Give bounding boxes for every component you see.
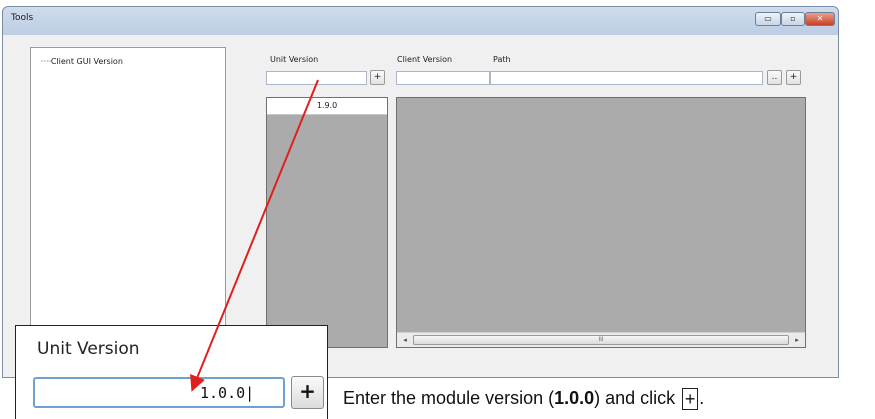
plus-icon: + xyxy=(682,388,699,411)
minimize-button[interactable]: ▭ xyxy=(755,12,781,26)
instruction-prefix: Enter the module version ( xyxy=(343,388,555,408)
tree-item-client-gui-version[interactable]: ·······Client GUI Version xyxy=(40,57,123,66)
zoom-unit-version-input[interactable]: 1.0.0| xyxy=(33,377,285,408)
unit-version-input[interactable] xyxy=(266,71,367,85)
tree-connector-icon: ······· xyxy=(40,57,52,66)
instruction-suffix: . xyxy=(699,388,705,408)
list-item[interactable]: 1.9.0 xyxy=(267,98,387,115)
scroll-left-icon[interactable]: ◂ xyxy=(399,334,411,346)
zoom-unit-version-label: Unit Version xyxy=(37,339,140,359)
add-unit-version-button[interactable]: + xyxy=(370,70,385,85)
path-input[interactable] xyxy=(490,71,763,85)
zoom-add-button[interactable]: + xyxy=(291,376,324,409)
unit-version-label: Unit Version xyxy=(270,55,319,64)
client-version-grid[interactable]: ◂ III ▸ xyxy=(396,97,806,348)
add-path-button[interactable]: + xyxy=(786,70,801,85)
horizontal-scrollbar[interactable]: ◂ III ▸ xyxy=(397,332,805,347)
tree-item-label: Client GUI Version xyxy=(50,57,123,66)
zoom-callout: Unit Version 1.0.0| + xyxy=(15,325,328,419)
client-version-label: Client Version xyxy=(397,55,453,64)
client-version-input[interactable] xyxy=(396,71,490,85)
instruction-text: Enter the module version (1.0.0) and cli… xyxy=(343,388,705,411)
scrollbar-thumb[interactable]: III xyxy=(413,335,789,345)
path-label: Path xyxy=(493,55,511,64)
browse-button[interactable]: .. xyxy=(767,70,782,85)
instruction-version: 1.0.0 xyxy=(554,388,595,408)
instruction-middle: ) and click xyxy=(594,388,681,408)
zoom-input-value: 1.0.0| xyxy=(200,384,255,402)
window-title: Tools xyxy=(11,13,34,23)
maximize-button[interactable]: ▫ xyxy=(781,12,805,26)
scroll-right-icon[interactable]: ▸ xyxy=(791,334,803,346)
close-button[interactable]: ✕ xyxy=(805,12,835,26)
unit-version-list[interactable]: 1.9.0 xyxy=(266,97,388,348)
version-tree[interactable]: ·······Client GUI Version xyxy=(30,47,226,372)
